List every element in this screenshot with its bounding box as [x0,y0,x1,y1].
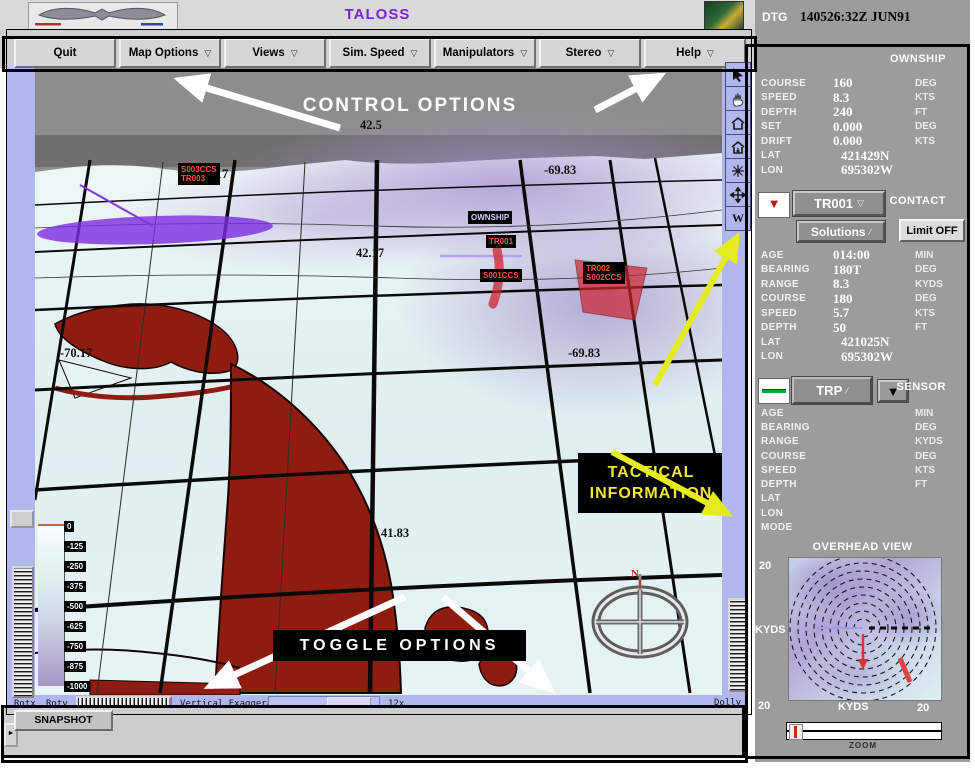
set-home-view-button[interactable] [725,134,751,159]
contact-symbol-swatch: ▼ [758,192,790,218]
dtg-value: 140526:32Z JUN91 [800,9,911,25]
grid-label-lon-69-83-mid: -69.83 [568,346,600,361]
menu-quit[interactable]: Quit [14,38,116,68]
move-tool-button[interactable] [725,182,751,207]
overhead-zoom-handle[interactable] [789,724,803,740]
pointer-tool-button[interactable] [725,62,751,87]
command-seal-logo [704,1,744,31]
grid-label-lon-69-83: -69.83 [544,163,576,178]
overhead-range-bottom-left: 20 [758,700,770,712]
ownship-section-title: OWNSHIP [890,53,946,65]
grid-label-lon-70-17: -70.17 [60,346,92,361]
left-rail-button[interactable] [10,510,34,528]
overhead-view-title: OVERHEAD VIEW [755,541,970,553]
grid-label-lat-41-83: 41.83 [381,526,409,541]
dropdown-slash-icon: ⁄ [846,386,848,396]
depth-tick-500: -500 [64,601,86,612]
tactical-data-panel: DTG 140526:32Z JUN91 OWNSHIP COURSE160DE… [755,0,970,762]
dropdown-icon: ▽ [607,48,614,59]
sensor-section-title: SENSOR [897,381,946,393]
dropdown-icon: ▽ [411,48,418,59]
wireframe-tool-button[interactable]: W [725,206,751,231]
app-title: TALOSS [0,6,755,23]
dropdown-icon: ▽ [291,48,298,59]
dropdown-icon: ▽ [707,48,714,59]
sensor-symbol-swatch [758,378,790,404]
compass-north-label: N [631,568,639,580]
overhead-range-top: 20 [759,560,771,572]
taloss-app: TALOSS Quit Map Options▽ Views▽ Sim. Spe… [0,0,975,768]
limit-off-button[interactable]: Limit OFF [899,219,965,242]
overhead-range-bottom-right: 20 [917,702,929,714]
title-bar: TALOSS [0,0,755,30]
depth-tick-1000: -1000 [64,681,90,692]
depth-tick-0: 0 [64,521,74,532]
menu-bar: Quit Map Options▽ Views▽ Sim. Speed▽ Man… [0,30,755,68]
track-label-ownship: OWNSHIP [468,211,512,224]
menu-stereo[interactable]: Stereo▽ [539,38,641,68]
depth-tick-625: -625 [64,621,86,632]
overhead-axis-bottom: KYDS [838,701,869,713]
menu-sim-speed[interactable]: Sim. Speed▽ [329,38,431,68]
menu-manipulators[interactable]: Manipulators▽ [434,38,536,68]
view-all-button[interactable] [725,158,751,183]
dropdown-icon: ▽ [520,48,527,59]
depth-tick-250: -250 [64,561,86,572]
solutions-dropdown[interactable]: Solutions⁄ [797,221,885,242]
snapshot-button[interactable]: SNAPSHOT [14,710,113,731]
map-terrain-canvas [35,68,722,695]
depth-tick-875: -875 [64,661,86,672]
contact-selector-dropdown[interactable]: TR001▽ [793,191,885,216]
grid-label-lat-42-17: 42.17 [356,246,384,261]
track-label-s001ccs: S001CCS [480,269,522,282]
dolly-thumbwheel[interactable] [728,598,748,692]
contact-data-rows: AGE014:00MIN BEARING180TDEG RANGE8.3KYDS… [761,248,953,364]
menu-views[interactable]: Views▽ [224,38,326,68]
depth-tick-375: -375 [64,581,86,592]
overhead-zoom-slider[interactable] [786,722,942,740]
dropdown-icon: ▽ [204,48,211,59]
sensor-selector-dropdown[interactable]: TRP⁄ [792,377,872,404]
grid-label-lat-42-5: 42.5 [360,118,382,133]
dropdown-slash-icon: ⁄ [870,227,872,237]
track-label-tr002: TR002 S002CCS [583,262,625,284]
depth-tick-750: -750 [64,641,86,652]
contact-section-title: CONTACT [890,195,946,207]
track-label-tr003: S003CCS TR003 [178,163,220,185]
track-label-tr001: TR001 [486,235,516,248]
sensor-data-rows: AGEMIN BEARINGDEG RANGEKYDS COURSEDEG SP… [761,406,953,535]
overhead-zoom-label: ZOOM [786,741,940,750]
ownship-data-rows: COURSE160DEG SPEED8.3KTS DEPTH240FT SET0… [761,76,953,178]
depth-tick-125: -125 [64,541,86,552]
menu-map-options[interactable]: Map Options▽ [119,38,221,68]
left-thumbwheel[interactable] [12,566,34,698]
pan-hand-tool-button[interactable] [725,86,751,111]
dropdown-icon: ▽ [857,198,864,209]
overhead-view-plot [788,557,942,701]
depth-color-scale [38,526,65,686]
dtg-label: DTG [762,10,787,24]
sensor-line-icon [762,389,786,393]
map-3d-view[interactable]: CONTROL OPTIONS 42.5 -69.83 42.17 -70.17… [35,68,722,695]
overhead-axis-left: KYDS [755,624,786,636]
contact-triangle-icon: ▼ [768,196,781,211]
home-view-button[interactable] [725,110,751,135]
